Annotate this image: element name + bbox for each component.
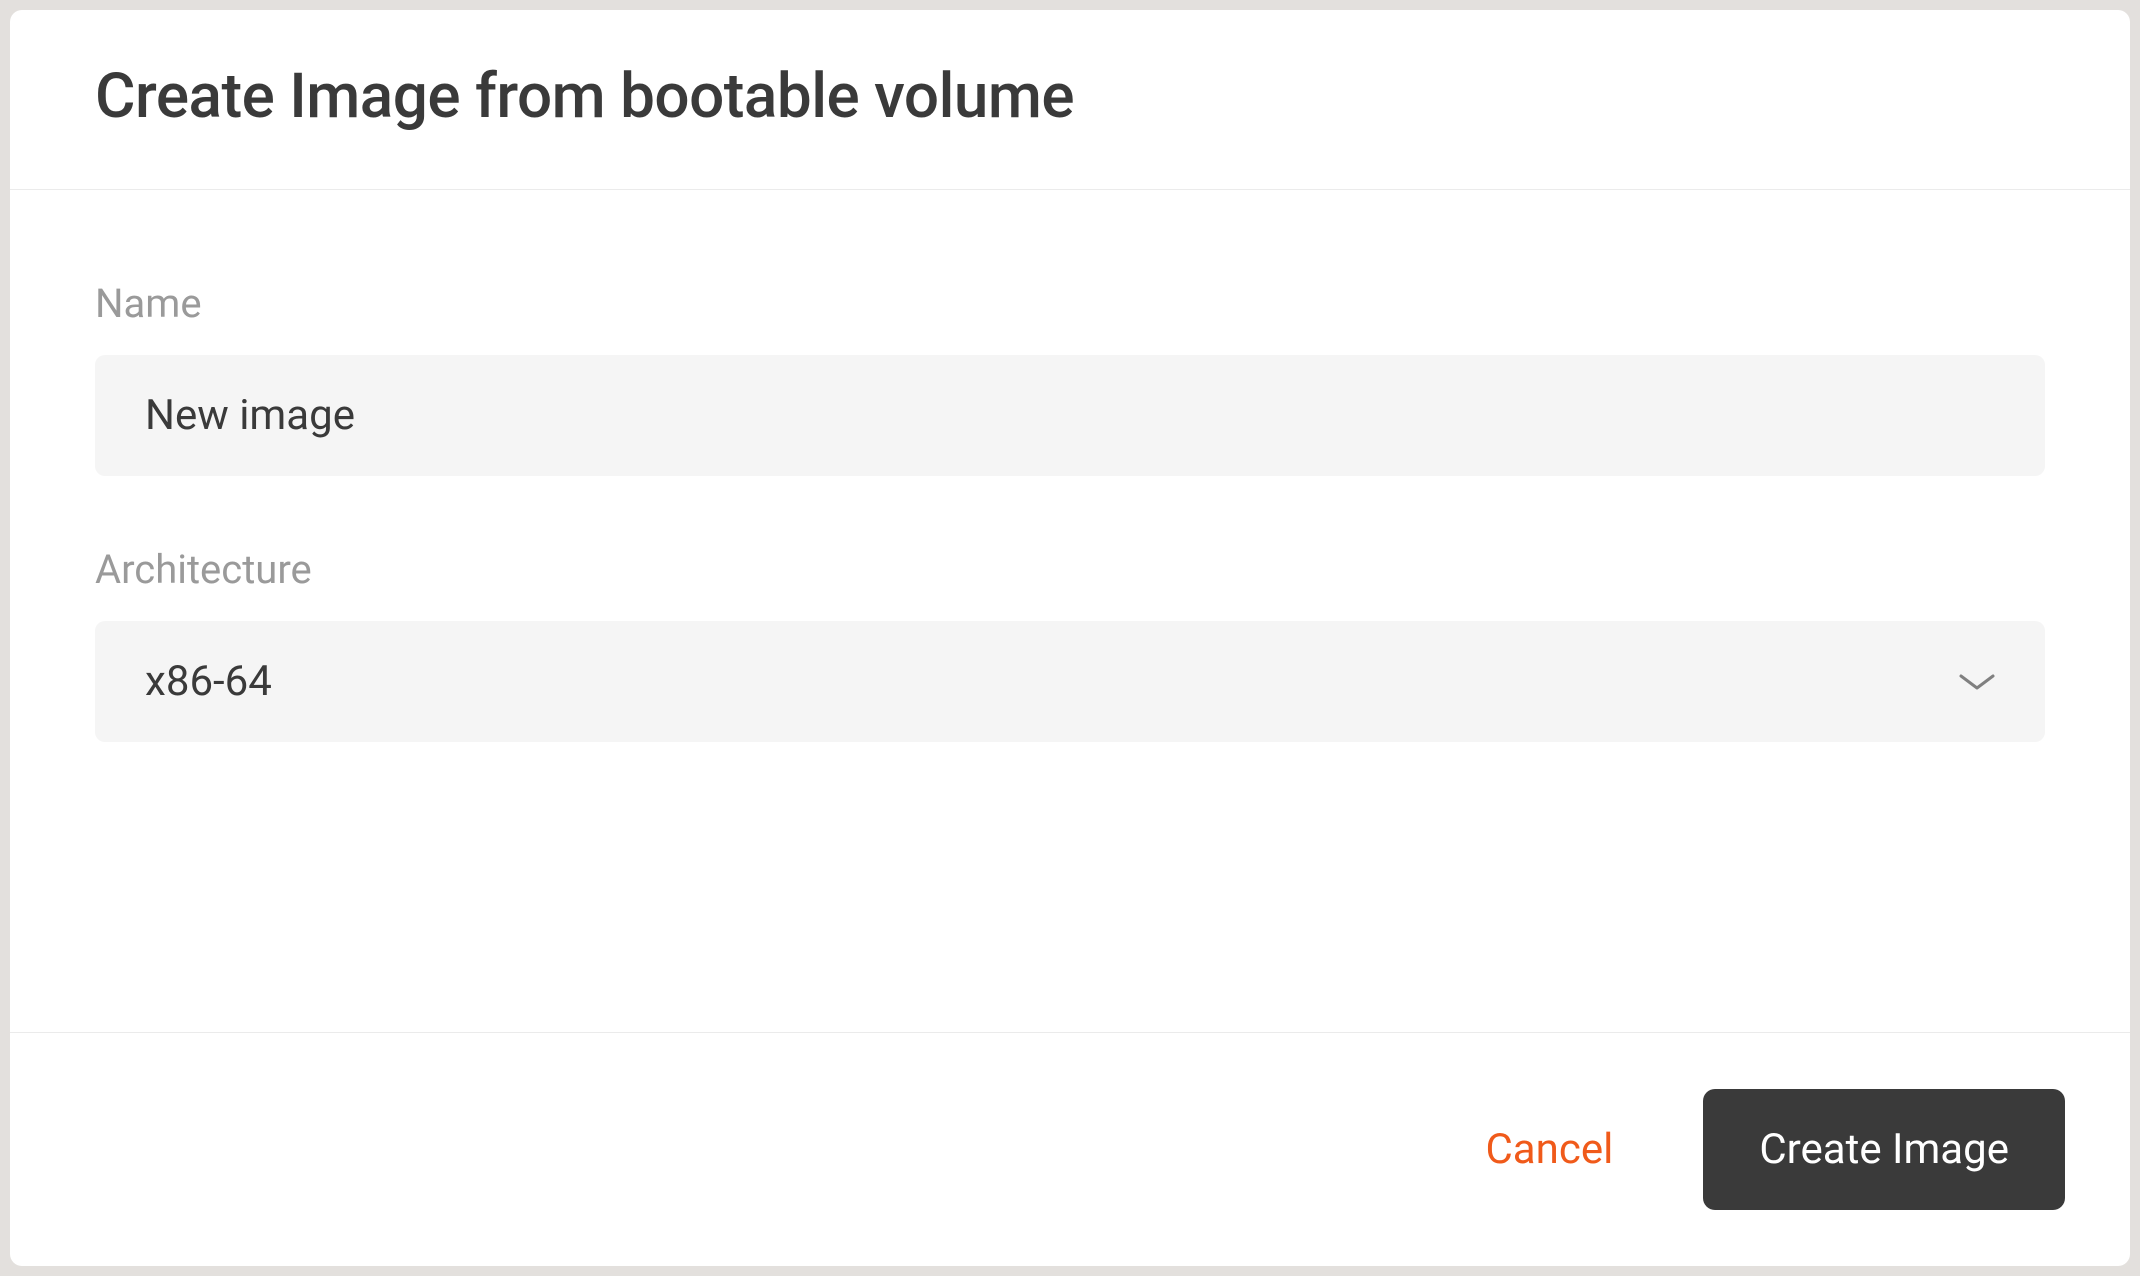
cancel-button[interactable]: Cancel — [1465, 1115, 1633, 1184]
modal-header: Create Image from bootable volume — [10, 10, 2130, 190]
chevron-down-icon — [1959, 664, 1995, 700]
create-image-modal: Create Image from bootable volume Name A… — [10, 10, 2130, 1266]
name-field-group: Name — [95, 280, 2045, 476]
name-label: Name — [95, 280, 2045, 327]
modal-body: Name Architecture x86-64 — [10, 190, 2130, 1032]
create-image-button[interactable]: Create Image — [1703, 1089, 2065, 1210]
architecture-select[interactable]: x86-64 — [95, 621, 2045, 742]
architecture-selected-value: x86-64 — [145, 657, 272, 706]
architecture-label: Architecture — [95, 546, 2045, 593]
modal-footer: Cancel Create Image — [10, 1032, 2130, 1266]
modal-title: Create Image from bootable volume — [95, 60, 2045, 133]
architecture-field-group: Architecture x86-64 — [95, 546, 2045, 742]
name-input[interactable] — [95, 355, 2045, 476]
